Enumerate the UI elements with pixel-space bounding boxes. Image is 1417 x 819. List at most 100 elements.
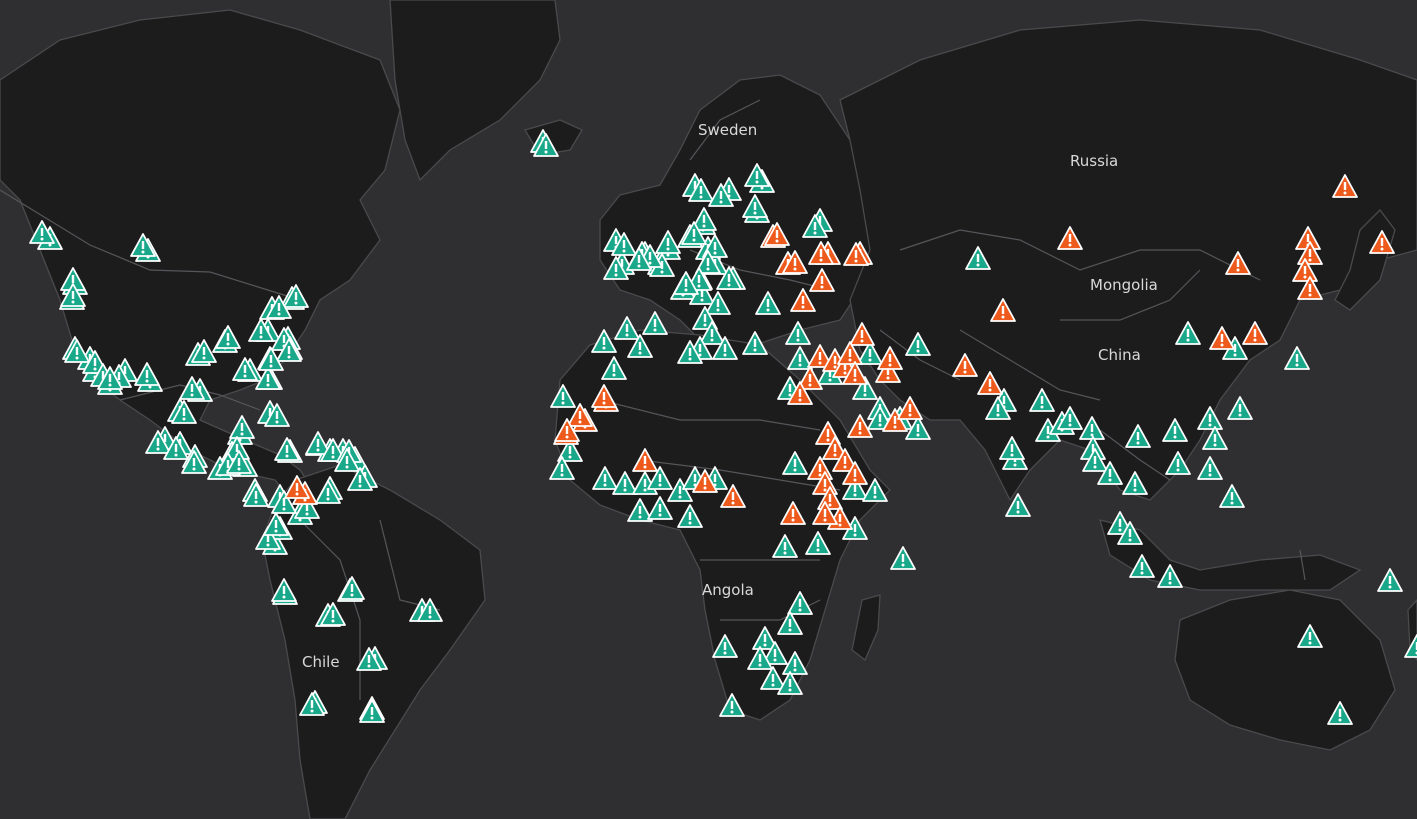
exclamation-mark	[703, 477, 707, 485]
exclamation-dot	[1253, 338, 1257, 342]
exclamation-dot	[706, 267, 710, 271]
exclamation-dot	[1176, 468, 1180, 472]
exclamation-mark	[648, 252, 652, 260]
exclamation-mark	[703, 314, 707, 322]
exclamation-dot	[860, 339, 864, 343]
exclamation-dot	[826, 438, 830, 442]
exclamation-dot	[823, 488, 827, 492]
world-map[interactable]: Sweden Russia Mongolia China Angola Chil…	[0, 0, 1417, 819]
exclamation-mark	[710, 329, 714, 337]
exclamation-mark	[1303, 266, 1307, 274]
exclamation-dot	[326, 497, 330, 501]
exclamation-dot	[603, 483, 607, 487]
exclamation-dot	[818, 473, 822, 477]
exclamation-dot	[823, 518, 827, 522]
exclamation-dot	[367, 664, 371, 668]
exclamation-dot	[295, 492, 299, 496]
exclamation-mark	[614, 236, 618, 244]
exclamation-mark	[692, 229, 696, 237]
exclamation-dot	[713, 251, 717, 255]
exclamation-mark	[237, 458, 241, 466]
exclamation-dot	[1068, 243, 1072, 247]
exclamation-dot	[1133, 488, 1137, 492]
map-canvas[interactable]: Sweden Russia Mongolia China Angola Chil…	[0, 0, 1417, 819]
exclamation-dot	[282, 595, 286, 599]
exclamation-mark	[331, 610, 335, 618]
exclamation-dot	[316, 448, 320, 452]
exclamation-dot	[266, 383, 270, 387]
exclamation-mark	[666, 238, 670, 246]
exclamation-dot	[788, 393, 792, 397]
exclamation-dot	[901, 563, 905, 567]
exclamation-mark	[763, 634, 767, 642]
exclamation-mark	[853, 469, 857, 477]
exclamation-mark	[367, 655, 371, 663]
exclamation-dot	[688, 521, 692, 525]
exclamation-dot	[1040, 405, 1044, 409]
exclamation-mark	[1118, 519, 1122, 527]
exclamation-dot	[766, 308, 770, 312]
exclamation-dot	[310, 709, 314, 713]
exclamation-dot	[801, 305, 805, 309]
exclamation-dot	[684, 288, 688, 292]
exclamation-mark	[766, 299, 770, 307]
exclamation-dot	[1093, 465, 1097, 469]
exclamation-mark	[688, 512, 692, 520]
exclamation-dot	[658, 483, 662, 487]
exclamation-mark	[818, 352, 822, 360]
exclamation-dot	[350, 593, 354, 597]
label-mongolia: Mongolia	[1090, 276, 1158, 294]
exclamation-mark	[833, 356, 837, 364]
exclamation-dot	[703, 486, 707, 490]
exclamation-mark	[1016, 501, 1020, 509]
exclamation-mark	[560, 464, 564, 472]
exclamation-dot	[237, 467, 241, 471]
exclamation-mark	[93, 358, 97, 366]
exclamation-dot	[688, 357, 692, 361]
exclamation-mark	[719, 191, 723, 199]
exclamation-mark	[287, 346, 291, 354]
exclamation-mark	[706, 258, 710, 266]
exclamation-mark	[826, 429, 830, 437]
exclamation-mark	[848, 349, 852, 357]
exclamation-mark	[75, 347, 79, 355]
exclamation-dot	[1001, 315, 1005, 319]
exclamation-mark	[1010, 444, 1014, 452]
exclamation-mark	[282, 586, 286, 594]
exclamation-mark	[266, 374, 270, 382]
exclamation-dot	[93, 367, 97, 371]
exclamation-mark	[1176, 459, 1180, 467]
exclamation-mark	[813, 222, 817, 230]
exclamation-mark	[428, 606, 432, 614]
exclamation-mark	[1133, 479, 1137, 487]
exclamation-dot	[653, 328, 657, 332]
exclamation-mark	[818, 464, 822, 472]
exclamation-mark	[243, 365, 247, 373]
exclamation-mark	[310, 700, 314, 708]
exclamation-dot	[863, 393, 867, 397]
label-angola: Angola	[702, 581, 754, 599]
exclamation-mark	[753, 202, 757, 210]
exclamation-mark	[117, 372, 121, 380]
exclamation-dot	[916, 433, 920, 437]
exclamation-dot	[1230, 501, 1234, 505]
exclamation-mark	[1236, 259, 1240, 267]
exclamation-dot	[1186, 338, 1190, 342]
exclamation-mark	[868, 349, 872, 357]
exclamation-mark	[988, 379, 992, 387]
exclamation-mark	[625, 324, 629, 332]
exclamation-mark	[775, 230, 779, 238]
exclamation-dot	[638, 351, 642, 355]
exclamation-mark	[658, 474, 662, 482]
exclamation-dot	[1308, 293, 1312, 297]
exclamation-mark	[723, 642, 727, 650]
exclamation-dot	[1013, 463, 1017, 467]
exclamation-mark	[565, 426, 569, 434]
exclamation-dot	[703, 323, 707, 327]
exclamation-dot	[1388, 585, 1392, 589]
exclamation-dot	[788, 628, 792, 632]
exclamation-mark	[727, 185, 731, 193]
exclamation-dot	[1173, 435, 1177, 439]
exclamation-mark	[793, 459, 797, 467]
exclamation-dot	[723, 651, 727, 655]
